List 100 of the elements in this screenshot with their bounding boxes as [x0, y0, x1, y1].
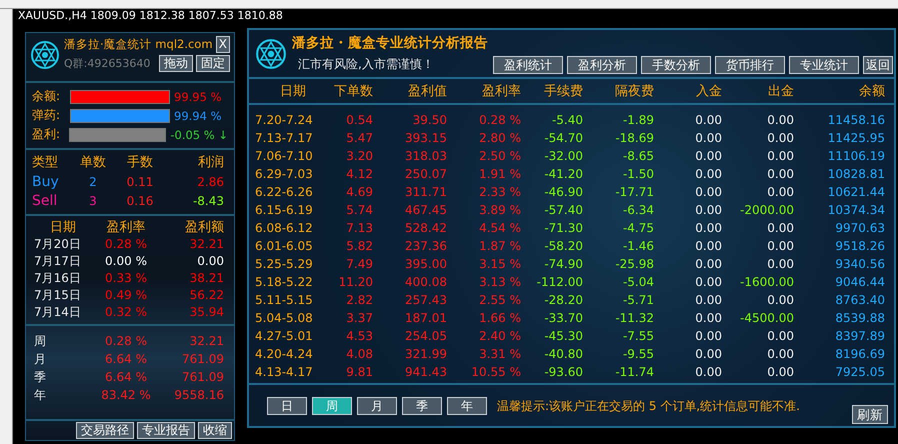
table-cell-text: 9.81 — [345, 364, 373, 381]
table-cell-text: 5.25-5.29 — [255, 256, 314, 273]
table-cell-text: 0.00 — [694, 166, 722, 183]
table-cell-text: 0.00 — [694, 346, 722, 363]
table-cell-text: -4500.00 — [739, 310, 794, 327]
profit-value: -8.43 — [192, 193, 225, 210]
column-header: 盈利率 — [481, 83, 521, 100]
table-cell-text: -93.60 — [543, 364, 583, 381]
table-cell-text: 0.00 — [694, 256, 722, 273]
rate-cell-text: 0.28 % — [104, 236, 148, 253]
notice-text: 温馨提示:该账户正在交易的 5 个订单,统计信息可能不准. — [497, 398, 800, 415]
nav-button[interactable]: 专业统计 — [789, 56, 859, 74]
date-cell-text: 7月20日 — [33, 236, 82, 253]
table-cell-text: 0.00 — [766, 166, 794, 183]
table-cell-text: 8763.40 — [834, 292, 885, 309]
table-cell-text: 9518.26 — [834, 238, 885, 255]
column-header: 入金 — [695, 83, 722, 100]
table-cell-text: 1.91 % — [478, 166, 521, 183]
column-header: 盈利额 — [184, 219, 225, 236]
table-cell-text: 3.31 % — [478, 346, 521, 363]
table-cell-text: -5.04 — [622, 274, 654, 291]
amount-cell-text: 35.94 — [188, 304, 225, 321]
table-cell-text: 2.33 % — [478, 184, 521, 201]
amount-cell-text: 761.09 — [181, 351, 225, 368]
refresh-button[interactable]: 刷新 — [852, 405, 888, 424]
column-header: 日期 — [279, 83, 307, 100]
table-cell-text: 2.40 % — [478, 328, 521, 345]
table-cell-text: 6.01-6.05 — [255, 238, 314, 255]
table-cell-text: 10621.44 — [826, 184, 885, 201]
nav-button[interactable]: 手数分析 — [641, 56, 711, 74]
back-button[interactable]: 返回 — [863, 56, 893, 74]
table-cell-text: -6.34 — [622, 202, 654, 219]
table-cell-text: 6.22-6.26 — [255, 184, 314, 201]
panel-button[interactable]: 拖动 — [159, 55, 193, 72]
order-count: 3 — [88, 193, 98, 210]
table-cell-text: 11106.19 — [826, 148, 885, 165]
table-cell-text: 0.00 — [694, 112, 722, 129]
table-cell-text: 0.00 — [766, 256, 794, 273]
table-cell-text: 10.55 % — [470, 364, 521, 381]
table-cell-text: 3.89 % — [478, 202, 521, 219]
footer-button[interactable]: 专业报告 — [137, 422, 195, 439]
table-cell-text: 6.15-6.19 — [255, 202, 314, 219]
rate-cell-text: 0.00 % — [104, 253, 148, 270]
table-cell-text: 0.00 — [766, 220, 794, 237]
nav-button[interactable]: 货币排行 — [715, 56, 785, 74]
footer-button[interactable]: 收缩 — [198, 422, 232, 439]
table-cell-text: -25.98 — [614, 256, 654, 273]
panel-title: 潘多拉·魔盒统计 mql2.com — [64, 37, 213, 52]
table-cell-text: 4.08 — [345, 346, 373, 363]
column-header: 余额 — [858, 83, 885, 100]
gauge-label: 弹药: — [32, 107, 62, 124]
table-cell-text: 39.50 — [412, 112, 447, 129]
table-cell-text: 11458.16 — [826, 112, 885, 129]
period-tab[interactable]: 季 — [402, 397, 442, 415]
table-cell-text: 9970.63 — [834, 220, 885, 237]
footer-button[interactable]: 交易路径 — [76, 422, 134, 439]
table-cell-text: 0.00 — [694, 364, 722, 381]
table-cell-text: 0.00 — [694, 184, 722, 201]
table-cell-text: 0.00 — [694, 238, 722, 255]
table-cell-text: 4.13-4.17 — [255, 364, 314, 381]
table-cell-text: 3.15 % — [478, 256, 521, 273]
table-cell-text: 0.00 — [766, 292, 794, 309]
table-cell-text: -28.20 — [543, 292, 583, 309]
table-cell-text: 0.00 — [694, 220, 722, 237]
table-cell-text: 0.00 — [766, 112, 794, 129]
amount-cell-text: 32.21 — [188, 236, 225, 253]
table-cell-text: 10374.34 — [826, 202, 885, 219]
table-cell-text: 6.29-7.03 — [255, 166, 314, 183]
hexagram-logo-icon — [30, 40, 60, 70]
column-header: 隔夜费 — [614, 83, 654, 100]
table-cell-text: 4.69 — [345, 184, 373, 201]
table-cell-text: -1.89 — [622, 112, 654, 129]
table-cell-text: -71.30 — [543, 220, 583, 237]
gauge-reading: 99.95 % — [174, 90, 222, 104]
risk-warning: 汇市有风险,入市需谨慎！ — [297, 56, 435, 73]
table-cell-text: -7.55 — [622, 328, 654, 345]
close-button[interactable]: X — [216, 36, 230, 53]
nav-button[interactable]: 盈利统计 — [493, 56, 563, 74]
period-tab[interactable]: 日 — [267, 397, 307, 415]
table-cell-text: 11425.95 — [826, 130, 885, 147]
table-cell-text: 0.00 — [766, 130, 794, 147]
table-cell-text: 0.00 — [694, 202, 722, 219]
table-cell-text: 0.00 — [694, 148, 722, 165]
table-cell-text: 393.15 — [404, 130, 447, 147]
amount-cell-text: 32.21 — [188, 333, 225, 350]
table-cell-text: 0.00 — [694, 328, 722, 345]
table-cell-text: -41.20 — [543, 166, 583, 183]
column-header: 出金 — [767, 83, 794, 100]
period-tab[interactable]: 月 — [357, 397, 397, 415]
table-cell-text: 318.03 — [404, 148, 447, 165]
table-cell-text: 8397.89 — [834, 328, 885, 345]
order-count: 2 — [88, 174, 98, 191]
table-cell-text: 0.00 — [694, 130, 722, 147]
period-tab[interactable]: 年 — [447, 397, 487, 415]
report-title: 潘多拉・魔盒专业统计分析报告 — [292, 34, 488, 52]
panel-button[interactable]: 固定 — [196, 55, 230, 72]
period-label: 年 — [33, 387, 47, 404]
column-header: 类型 — [32, 154, 59, 172]
table-cell-text: -74.90 — [543, 256, 583, 273]
nav-button[interactable]: 盈利分析 — [567, 56, 637, 74]
